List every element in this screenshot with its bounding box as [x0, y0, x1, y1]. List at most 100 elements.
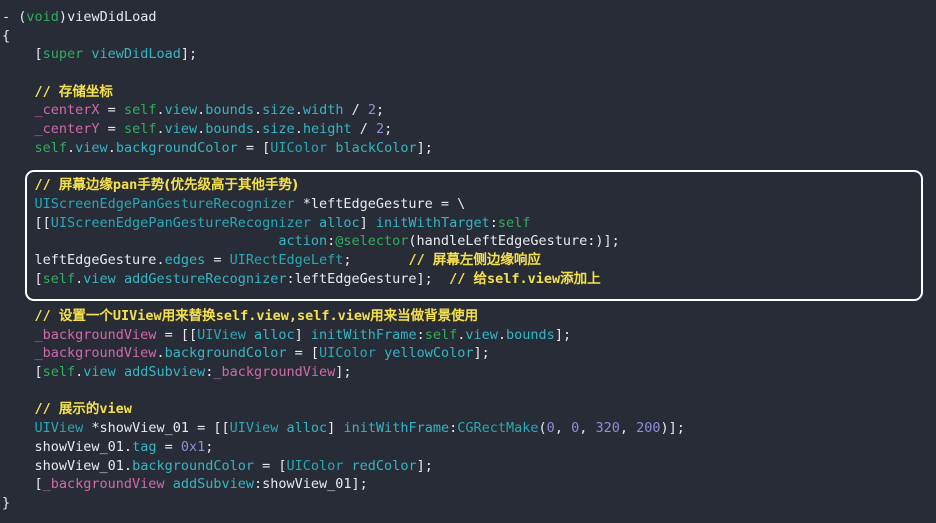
- code-token: void: [26, 9, 59, 25]
- code-token: ;: [384, 121, 393, 138]
- code-token: (handleLeftEdgeGesture:)];: [408, 233, 620, 250]
- code-line: - (void)viewDidLoad: [0, 8, 936, 27]
- code-token: )];: [660, 420, 685, 437]
- code-token: :leftEdgeGesture];: [286, 270, 433, 287]
- code-token: _centerX: [34, 102, 100, 119]
- code-token: ;: [376, 102, 385, 119]
- code-token: ]: [359, 214, 376, 231]
- code-token: ];: [180, 46, 198, 63]
- code-token: .: [123, 438, 133, 455]
- code-token: view: [164, 121, 198, 138]
- code-token: viewDidLoad: [91, 46, 181, 63]
- code-line: self.view.backgroundColor = [UIColor bla…: [0, 139, 936, 158]
- code-token: UIScreenEdgePanGestureRecognizer: [50, 214, 311, 231]
- code-token: UIView: [34, 420, 84, 437]
- code-line: _backgroundView.backgroundColor = [UICol…: [0, 344, 936, 363]
- code-token: view: [465, 326, 498, 343]
- code-token: .: [294, 102, 303, 119]
- code-token: ,: [554, 420, 572, 437]
- code-token: yellowColor: [384, 345, 474, 362]
- code-token: pan: [112, 177, 138, 194]
- code-token: _backgroundView: [34, 326, 157, 343]
- code-token: UIColor: [319, 345, 376, 362]
- code-token: //: [432, 270, 474, 287]
- code-token: ;: [343, 251, 352, 268]
- code-token: self: [497, 214, 531, 231]
- code-token: 320: [595, 420, 620, 437]
- code-token: bounds: [205, 102, 255, 119]
- code-token: UIScreenEdgePanGestureRecognizer: [34, 195, 295, 212]
- code-token: bounds: [506, 326, 555, 343]
- code-token: initWithFrame: [310, 326, 417, 343]
- code-token: action: [278, 233, 328, 250]
- code-token: ];: [554, 326, 572, 343]
- code-token: .: [254, 102, 263, 119]
- code-token: 0: [571, 420, 580, 437]
- code-line: // 展示的view: [0, 400, 936, 419]
- code-token: [[: [2, 214, 51, 231]
- code-token: [: [2, 46, 43, 63]
- code-token: = [: [286, 345, 320, 362]
- code-token: /: [351, 121, 376, 138]
- code-line: [0, 382, 936, 401]
- code-token: self: [42, 270, 76, 287]
- code-token: }: [2, 494, 11, 511]
- code-line: _backgroundView = [[UIView alloc] initWi…: [0, 326, 936, 345]
- code-token: 用来当做背景使用: [370, 308, 479, 324]
- code-token: alloc: [254, 326, 295, 343]
- code-token: tag: [132, 438, 157, 455]
- code-token: self: [123, 102, 157, 119]
- code-token: {: [2, 27, 11, 44]
- code-token: =: [99, 121, 124, 138]
- code-token: ,: [619, 420, 637, 437]
- code-token: alloc: [319, 214, 360, 231]
- code-token: .: [294, 121, 303, 138]
- code-line: // 设置一个UIView用来替换self.view,self.view用来当做…: [0, 307, 936, 326]
- code-line: showView_01.backgroundColor = [UIColor r…: [0, 457, 936, 476]
- code-token: UIColor: [270, 139, 328, 156]
- code-token: 手势: [137, 177, 165, 194]
- code-token: //: [351, 251, 433, 268]
- code-token: =: [99, 102, 124, 119]
- code-token: UIView: [229, 420, 279, 437]
- code-token: =: [205, 251, 230, 268]
- code-token: .: [107, 139, 116, 156]
- code-token: view: [83, 364, 116, 381]
- code-token: edges: [164, 251, 206, 268]
- code-token: :: [489, 214, 498, 231]
- code-token: 设置一个: [58, 308, 113, 324]
- code-token: size: [262, 121, 295, 138]
- code-line: [[UIScreenEdgePanGestureRecognizer alloc…: [0, 214, 936, 233]
- code-token: .: [254, 121, 263, 138]
- code-line: leftEdgeGesture.edges = UIRectEdgeLeft; …: [0, 251, 936, 270]
- code-token: .: [156, 102, 165, 119]
- code-token: initWithFrame: [343, 420, 450, 437]
- code-token: addSubview: [123, 364, 206, 381]
- code-token: backgroundColor: [164, 345, 287, 362]
- code-token: 2: [367, 102, 376, 119]
- code-token: = [: [237, 139, 271, 156]
- code-line: _centerX = self.view.bounds.size.width /…: [0, 101, 936, 120]
- code-line: [0, 158, 936, 177]
- code-line: [self.view addGestureRecognizer:leftEdge…: [0, 270, 936, 289]
- code-token: .: [156, 345, 165, 362]
- code-token: self: [34, 139, 68, 156]
- code-token: 展示的: [58, 401, 100, 418]
- code-token: addGestureRecognizer: [123, 270, 287, 287]
- code-token: height: [302, 121, 352, 138]
- code-token: CGRectMake: [457, 420, 539, 437]
- code-token: 添加上: [560, 270, 601, 287]
- code-token: .: [123, 457, 133, 474]
